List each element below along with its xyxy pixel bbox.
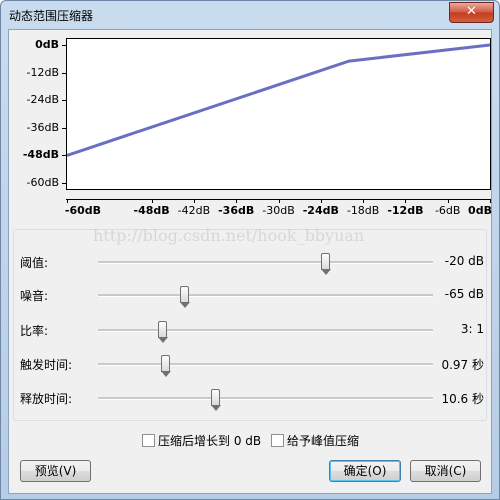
y-tick-label: -12dB [26, 65, 60, 79]
x-tick-mark [490, 199, 491, 203]
slider-thumb[interactable] [161, 355, 171, 377]
compressor-dialog: 动态范围压缩器 ✕ 0dB -12dB -24dB -36dB -48dB -60dB -… [0, 0, 500, 500]
slider-row: 触发时间: 0.97 秒 [14, 352, 488, 377]
x-tick-label: -18dB [346, 204, 380, 217]
x-tick-label: -60dB [64, 204, 102, 217]
x-tick-label: -24dB [302, 204, 339, 217]
ok-button[interactable]: 确定(O) [329, 460, 401, 482]
y-tick-label: -24dB [26, 93, 60, 107]
slider-track[interactable] [98, 329, 433, 332]
slider-label: 阈值: [20, 256, 49, 270]
slider-track[interactable] [98, 261, 433, 264]
x-tick-mark [320, 199, 322, 203]
slider-thumb[interactable] [211, 389, 222, 411]
close-button[interactable]: ✕ [449, 2, 494, 23]
x-tick-mark [151, 199, 153, 203]
x-tick-mark [67, 199, 68, 203]
x-tick-label: -48dB [133, 204, 170, 217]
slider-value: 0.97 秒 [441, 358, 484, 372]
slider-label: 噪音: [20, 289, 49, 303]
slider-value: 3: 1 [460, 322, 484, 336]
slider-track[interactable] [98, 294, 433, 297]
watermark: http://blog.csdn.net/hook_bbyuan [93, 226, 365, 245]
slider-thumb[interactable] [157, 321, 168, 343]
compression-graph: 0dB -12dB -24dB -36dB -48dB -60dB -60dB -48dB -… [11, 33, 492, 225]
slider-row: 噪音: -65 dB [14, 283, 488, 308]
title-bar[interactable]: 动态范围压缩器 ✕ [1, 1, 499, 29]
plot-area [66, 38, 491, 190]
x-tick-mark [447, 199, 449, 203]
slider-row: 阈值: -20 dB [14, 250, 488, 275]
y-tick-label: -60dB [26, 176, 60, 189]
compression-curve [67, 43, 490, 157]
slider-thumb[interactable] [320, 253, 331, 275]
checkbox-box[interactable] [142, 434, 155, 447]
makeup-gain-label: 压缩后增长到 0 dB [158, 434, 262, 448]
slider-row: 释放时间: 10.6 秒 [14, 386, 488, 411]
x-tick-label: -36dB [218, 204, 255, 217]
x-tick-label: -6dB [434, 204, 461, 217]
cancel-button[interactable]: 取消(C) [410, 460, 481, 482]
slider-label: 释放时间: [20, 392, 73, 406]
slider-row: 比率: 3: 1 [14, 318, 488, 343]
x-tick-mark [363, 199, 365, 203]
x-tick-label: -30dB [262, 204, 295, 217]
y-tick-label: 0dB [35, 38, 59, 51]
preview-button[interactable]: 预览(V) [20, 460, 91, 482]
x-tick-label: 0dB [468, 204, 492, 217]
curve-svg [67, 43, 490, 157]
dialog-title: 动态范围压缩器 [9, 9, 94, 23]
slider-track[interactable] [98, 397, 433, 400]
x-tick-label: -12dB [387, 204, 424, 217]
slider-value: 10.6 秒 [441, 392, 484, 406]
close-icon: ✕ [466, 4, 477, 19]
x-tick-mark [236, 199, 238, 203]
slider-thumb[interactable] [180, 286, 191, 308]
y-tick-label: -36dB [26, 120, 60, 134]
slider-value: -20 dB [444, 254, 484, 268]
controls-group: 阈值: -20 dB 噪音: -65 dB 比率: 3: 1 触发时间: 0.97 秒释放时间… [13, 229, 487, 421]
y-tick-label: -48dB [22, 148, 59, 162]
dialog-client: 0dB -12dB -24dB -36dB -48dB -60dB -60dB -48dB -… [8, 29, 492, 494]
peak-compress-checkbox[interactable]: 给予峰值压缩 [271, 432, 359, 449]
slider-label: 触发时间: [20, 358, 73, 372]
peak-compress-label: 给予峰值压缩 [287, 434, 360, 448]
checkbox-box[interactable] [271, 434, 284, 447]
makeup-gain-checkbox[interactable]: 压缩后增长到 0 dB [142, 432, 261, 449]
x-tick-mark [405, 199, 407, 203]
slider-value: -65 dB [444, 287, 484, 301]
x-tick-label: -42dB [177, 204, 211, 217]
slider-track[interactable] [98, 363, 433, 366]
x-tick-mark [193, 199, 195, 203]
x-tick-mark [278, 199, 280, 203]
slider-label: 比率: [20, 324, 49, 338]
